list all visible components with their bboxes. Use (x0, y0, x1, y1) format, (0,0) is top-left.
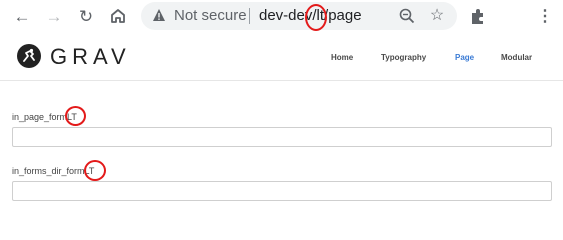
site-logo-text[interactable]: GRAV (50, 45, 131, 69)
browser-toolbar: ← → ↻ Not secure dev-dev/lt/page ☆ ⋮ (0, 0, 563, 34)
highlight-circle (84, 160, 106, 181)
field-label-in-forms-dir-form: in_forms_dir_formLT (12, 166, 94, 177)
zoom-icon[interactable] (398, 7, 416, 25)
nav-link-typography[interactable]: Typography (381, 53, 426, 63)
in-forms-dir-form-input[interactable] (12, 181, 552, 201)
extensions-puzzle-icon[interactable] (468, 7, 488, 27)
nav-link-home[interactable]: Home (331, 53, 353, 63)
address-separator (249, 8, 250, 24)
back-arrow-icon[interactable]: ← (12, 7, 32, 27)
not-secure-label[interactable]: Not secure (174, 7, 247, 25)
nav-link-page[interactable]: Page (455, 53, 474, 63)
field-label-text: in_forms_dir_form (12, 166, 85, 176)
site-header: GRAV Home Typography Page Modular (0, 34, 563, 81)
home-icon[interactable] (108, 7, 128, 27)
reload-icon[interactable]: ↻ (76, 7, 96, 27)
in-page-form-input[interactable] (12, 127, 552, 147)
forward-arrow-icon[interactable]: → (44, 7, 64, 27)
address-bar[interactable]: Not secure dev-dev/lt/page ☆ (141, 2, 457, 30)
more-menu-icon[interactable]: ⋮ (537, 7, 553, 27)
bookmark-star-icon[interactable]: ☆ (428, 7, 446, 25)
warning-icon (153, 9, 165, 21)
grav-logo-icon[interactable] (17, 44, 41, 68)
nav-link-modular[interactable]: Modular (501, 53, 532, 63)
field-label-text: in_page_form (12, 112, 68, 122)
highlight-circle (305, 4, 327, 31)
highlight-circle (65, 106, 86, 126)
